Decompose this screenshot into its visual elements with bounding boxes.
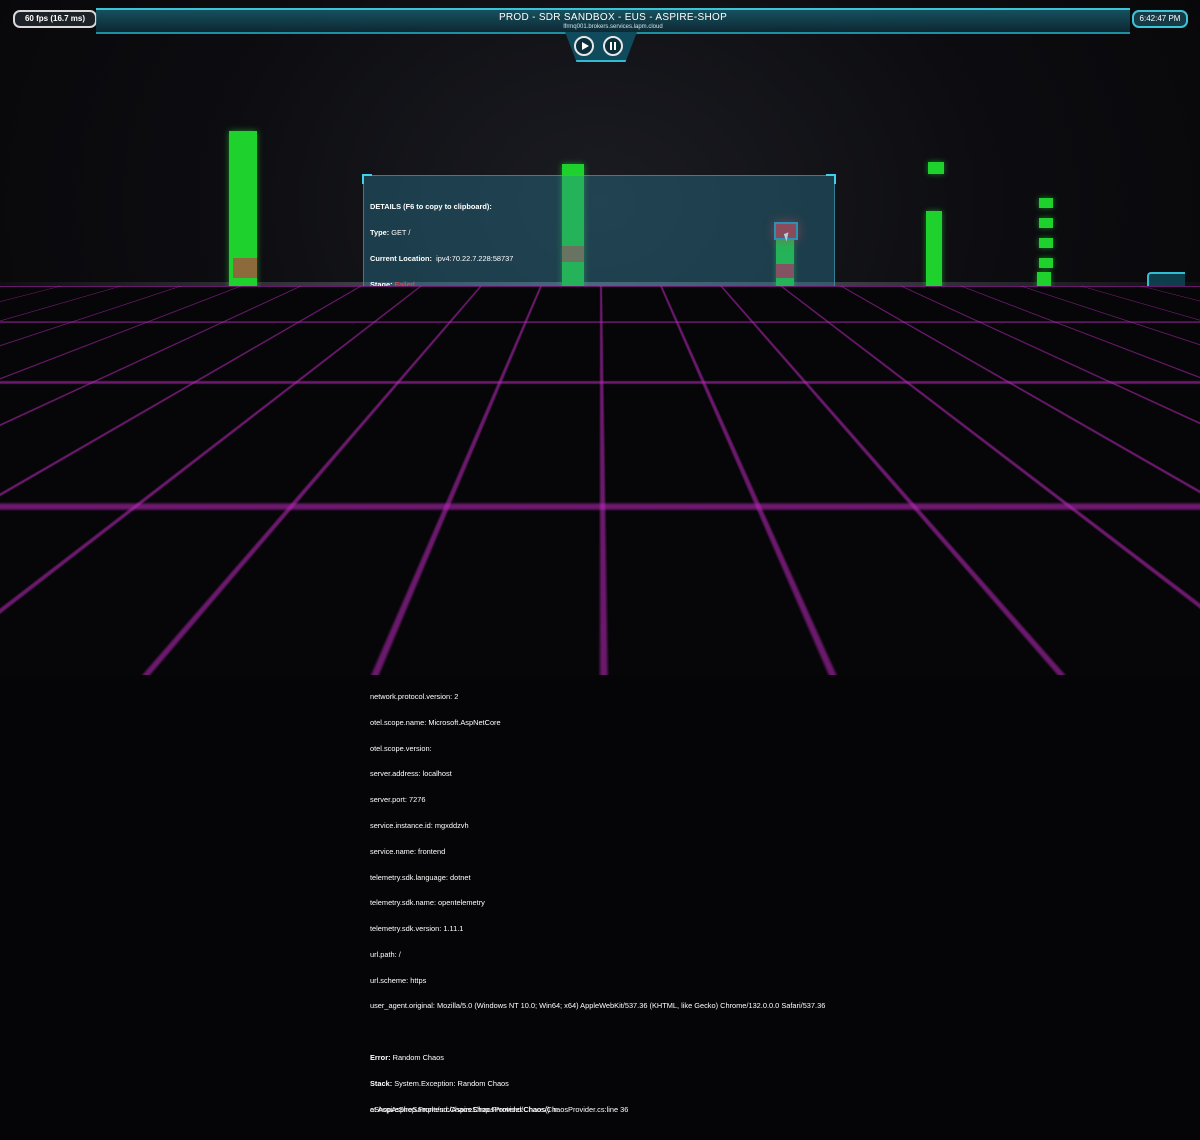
- play-button[interactable]: [574, 36, 594, 56]
- tag-line: server.address: localhost: [370, 770, 832, 779]
- location-value: ipv4:70.22.7.228:58737: [436, 254, 513, 263]
- tag-line: network.protocol.version: 2: [370, 693, 832, 702]
- environment-title-bar: PROD - SDR SANDBOX - EUS - ASPIRE-SHOP l…: [96, 8, 1130, 34]
- environment-title: PROD - SDR SANDBOX - EUS - ASPIRE-SHOP: [96, 12, 1130, 24]
- span-segment-slow: [1037, 300, 1051, 318]
- layers-button[interactable]: [1156, 296, 1176, 316]
- tag-line: telemetry.sdk.name: opentelemetry: [370, 899, 832, 908]
- fps-counter: 60 fps (16.7 ms): [13, 10, 97, 28]
- duration-value: 00:00:00.0710384: [405, 408, 465, 417]
- tag-line: telemetry.sdk.language: dotnet: [370, 874, 832, 883]
- tag-line: telemetry.sdk.version: 1.11.1: [370, 925, 832, 934]
- globe-icon: [1160, 366, 1172, 378]
- span-details-panel[interactable]: DETAILS (F6 to copy to clipboard): Type:…: [363, 175, 835, 497]
- span-block[interactable]: [928, 162, 944, 174]
- tag-line: user_agent.original: Mozilla/5.0 (Window…: [370, 1002, 832, 1011]
- lifetime-value: 00:04:01.2801533: [403, 434, 463, 443]
- span-block[interactable]: [1039, 258, 1053, 268]
- span-block[interactable]: [1016, 309, 1030, 319]
- tag-line: error.type: System.Exception: [370, 538, 832, 547]
- span-block[interactable]: [1039, 218, 1053, 228]
- tag-line: service.instance.id: mgxddzvh: [370, 822, 832, 831]
- clock: 6:42:47 PM: [1132, 10, 1188, 28]
- tags-label: Tags:: [370, 512, 389, 521]
- span-segment-slow: [926, 291, 942, 301]
- details-text[interactable]: DETAILS (F6 to copy to clipboard): Type:…: [370, 186, 832, 1131]
- globe-button[interactable]: [1156, 362, 1176, 382]
- tag-line: otel.scope.version:: [370, 745, 832, 754]
- span-column[interactable]: [926, 211, 942, 325]
- tag-line: if.kind: Server: [370, 641, 832, 650]
- span-block[interactable]: [851, 311, 865, 321]
- pause-icon: [610, 42, 612, 50]
- person-icon: [1160, 333, 1172, 345]
- details-heading: DETAILS (F6 to copy to clipboard):: [370, 202, 492, 211]
- tag-line: http.response.status_code: 500: [370, 590, 832, 599]
- span-segment-slow: [233, 258, 257, 278]
- span-block[interactable]: [210, 334, 234, 354]
- type-value: GET /: [391, 228, 410, 237]
- correlation-id: 00cd7a33-f6b3-f88b-ee93-b0022fe49758: [423, 357, 558, 366]
- stack-value: System.Exception: Random Chaos: [394, 1079, 509, 1088]
- span-column[interactable]: [229, 131, 257, 359]
- tag-line: service.name: frontend: [370, 848, 832, 857]
- span-segment-slow: [233, 298, 257, 318]
- side-panel: [1147, 272, 1185, 404]
- environment-host: lfrmq001.brokers.services.lapm.cloud: [96, 24, 1130, 31]
- shard-key-label: Shard Key:: [370, 331, 409, 340]
- tag-line: url.scheme: https: [370, 977, 832, 986]
- tag-line: http.request.method: GET: [370, 564, 832, 573]
- tag-line: otel.scope.name: Microsoft.AspNetCore: [370, 719, 832, 728]
- stage-value: Failed: [395, 280, 415, 289]
- span-block[interactable]: [980, 308, 994, 318]
- person-button[interactable]: [1156, 329, 1176, 349]
- play-icon: [582, 42, 589, 50]
- pause-button[interactable]: [603, 36, 623, 56]
- span-block[interactable]: [963, 307, 977, 317]
- stack-trace-line: at AspireShop.Frontend.Chaos.ChaosProvid…: [370, 1106, 832, 1115]
- span-block[interactable]: [1039, 238, 1053, 248]
- span-block[interactable]: [886, 312, 902, 323]
- span-block[interactable]: [1039, 198, 1053, 208]
- error-value: Random Chaos: [393, 1053, 444, 1062]
- tag-line: server.port: 7276: [370, 796, 832, 805]
- layers-icon: [1160, 300, 1172, 312]
- span-segment-slow: [926, 314, 942, 324]
- top-bar: 60 fps (16.7 ms) PROD - SDR SANDBOX - EU…: [0, 0, 1200, 36]
- tag-line: http.route: /: [370, 616, 832, 625]
- tag-line: url.path: /: [370, 951, 832, 960]
- span-block[interactable]: [998, 308, 1012, 318]
